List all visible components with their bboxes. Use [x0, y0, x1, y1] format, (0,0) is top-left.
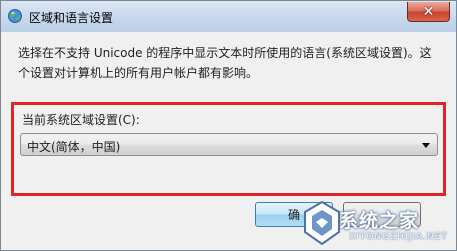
chevron-down-icon[interactable] [422, 143, 430, 148]
locale-label: 当前系统区域设置(C): [22, 113, 140, 127]
title-bar[interactable]: 区域和语言设置 ✕ [1, 1, 456, 32]
globe-icon [8, 9, 22, 23]
watermark-text: 系统之家 [339, 210, 420, 232]
close-icon: ✕ [422, 3, 435, 20]
region-language-dialog: 区域和语言设置 ✕ 选择在不支持 Unicode 的程序中显示文本时所使用的语言… [0, 0, 457, 251]
locale-selected-value: 中文(简体，中国) [27, 140, 121, 154]
close-button[interactable]: ✕ [407, 2, 450, 22]
description-text: 选择在不支持 Unicode 的程序中显示文本时所使用的语言(系统区域设置)。这… [18, 46, 432, 80]
window-title: 区域和语言设置 [29, 11, 114, 25]
watermark-url: XITONGZHIJIA.NET [349, 232, 448, 242]
watermark: 系统之家 XITONGZHIJIA.NET [299, 196, 456, 251]
system-locale-select[interactable]: 中文(简体，中国) [20, 133, 438, 156]
highlight-frame: 当前系统区域设置(C): 中文(简体，中国) [11, 102, 446, 196]
